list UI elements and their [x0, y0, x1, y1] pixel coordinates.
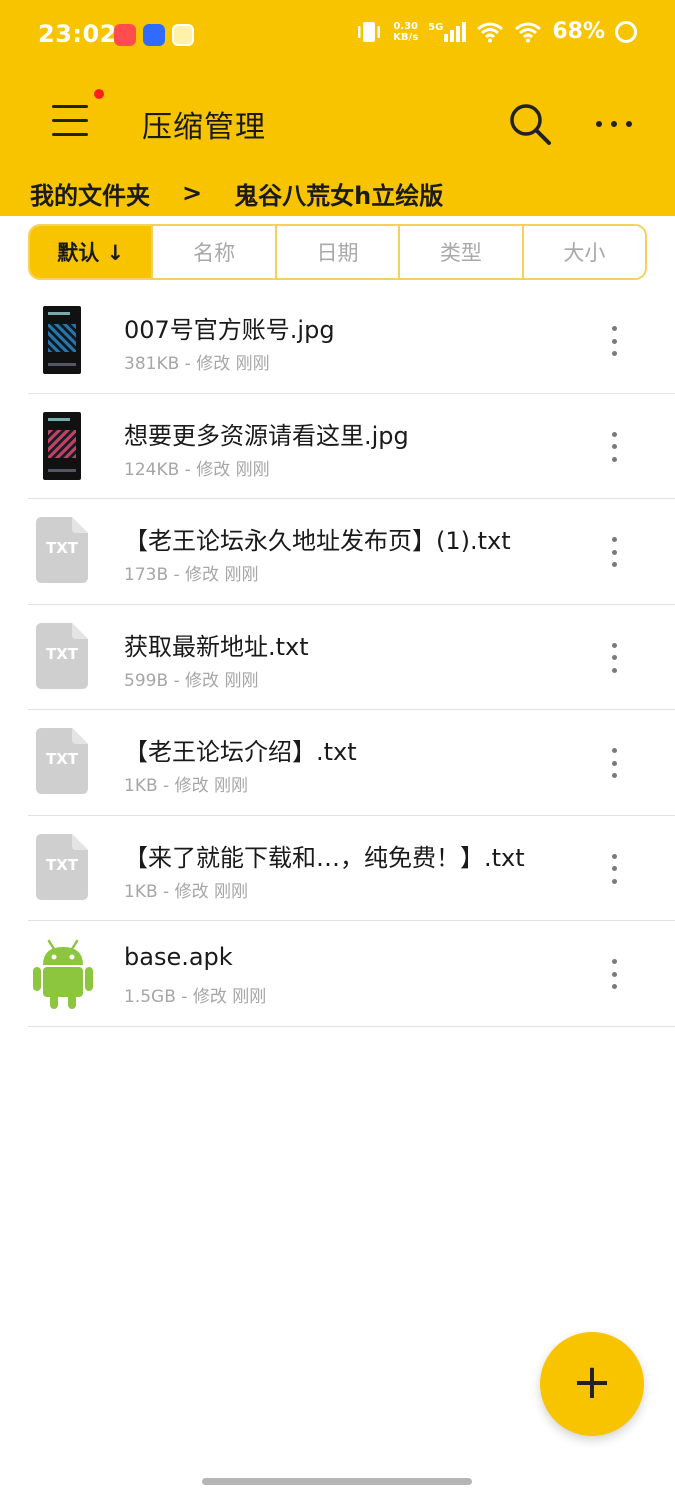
image-thumbnail [43, 306, 81, 374]
more-horizontal-icon[interactable] [596, 112, 644, 136]
file-row[interactable]: 想要更多资源请看这里.jpg 124KB - 修改 刚刚 [0, 394, 675, 500]
more-vertical-icon[interactable] [600, 431, 628, 462]
network-speed: 0.30 KB/s [393, 21, 418, 43]
app-bar: 压缩管理 [0, 72, 675, 172]
cell-signal-icon: 5G [428, 21, 467, 42]
android-apk-icon [33, 939, 93, 1009]
chevron-right-icon: > [182, 179, 203, 207]
sort-tab-type[interactable]: 类型 [400, 226, 524, 278]
file-meta: 124KB - 修改 刚刚 [124, 459, 270, 480]
file-row[interactable]: base.apk 1.5GB - 修改 刚刚 [0, 921, 675, 1027]
txt-icon-label: TXT [45, 855, 79, 874]
file-row[interactable]: TXT 【老王论坛永久地址发布页】(1).txt 173B - 修改 刚刚 [0, 499, 675, 605]
sort-tab-date[interactable]: 日期 [277, 226, 401, 278]
battery-percentage: 68% [552, 19, 605, 44]
file-name: 获取最新地址.txt [124, 632, 309, 661]
file-row[interactable]: TXT 获取最新地址.txt 599B - 修改 刚刚 [0, 605, 675, 711]
network-speed-unit: KB/s [393, 31, 419, 43]
txt-icon-label: TXT [45, 644, 79, 663]
breadcrumb-current[interactable]: 鬼谷八荒女h立绘版 [234, 176, 443, 211]
sort-tab-default[interactable]: 默认 ↓ [30, 226, 154, 278]
file-name: 【老王论坛永久地址发布页】(1).txt [124, 527, 511, 555]
sort-tab-name[interactable]: 名称 [153, 226, 277, 278]
vibrate-icon [358, 21, 381, 42]
sort-tab-size[interactable]: 大小 [524, 226, 645, 278]
file-meta: 1.5GB - 修改 刚刚 [124, 987, 267, 1007]
wifi-icon [477, 22, 504, 42]
file-row[interactable]: TXT 【老王论坛介绍】.txt 1KB - 修改 刚刚 [0, 710, 675, 816]
search-icon[interactable] [506, 100, 554, 148]
file-meta: 599B - 修改 刚刚 [124, 670, 259, 691]
more-vertical-icon[interactable] [600, 642, 628, 673]
txt-file-icon: TXT [36, 728, 88, 794]
more-vertical-icon[interactable] [600, 959, 628, 989]
file-list: 007号官方账号.jpg 381KB - 修改 刚刚 想要更多资源请看这里.jp… [0, 288, 675, 1027]
file-meta: 1KB - 修改 刚刚 [124, 776, 248, 796]
more-vertical-icon[interactable] [600, 853, 628, 884]
file-name: 【老王论坛介绍】.txt [124, 738, 357, 766]
image-thumbnail [43, 411, 81, 480]
page-title: 压缩管理 [142, 110, 266, 145]
status-time: 23:02 [38, 20, 117, 48]
breadcrumb-root[interactable]: 我的文件夹 [30, 176, 150, 211]
file-name: 想要更多资源请看这里.jpg [124, 421, 409, 450]
status-bar: 23:02 0.30 KB/s 5G 68% [0, 0, 675, 72]
wifi-icon [515, 22, 542, 42]
txt-file-icon: TXT [36, 517, 88, 583]
more-vertical-icon[interactable] [600, 326, 628, 356]
file-name: base.apk [124, 943, 233, 971]
more-vertical-icon[interactable] [600, 537, 628, 567]
file-row[interactable]: 007号官方账号.jpg 381KB - 修改 刚刚 [0, 288, 675, 394]
battery-icon [615, 20, 637, 43]
sort-tabs: 默认 ↓ 名称 日期 类型 大小 [28, 224, 647, 280]
network-speed-value: 0.30 [393, 20, 418, 32]
file-meta: 1KB - 修改 刚刚 [124, 881, 248, 902]
more-vertical-icon[interactable] [600, 748, 628, 778]
file-row[interactable]: TXT 【来了就能下载和…，纯免费！】.txt 1KB - 修改 刚刚 [0, 816, 675, 922]
file-meta: 381KB - 修改 刚刚 [124, 354, 270, 374]
breadcrumb: 我的文件夹 > 鬼谷八荒女h立绘版 [30, 176, 443, 210]
txt-icon-label: TXT [45, 750, 79, 768]
network-type: 5G [428, 21, 444, 33]
notification-badge [94, 89, 104, 99]
notification-vivo-icon [143, 24, 165, 46]
home-indicator[interactable] [202, 1478, 472, 1485]
notification-app-icon [114, 24, 136, 46]
txt-icon-label: TXT [45, 539, 79, 557]
add-button[interactable]: + [540, 1332, 644, 1436]
plus-icon: + [571, 1354, 613, 1410]
notification-app-icon [172, 24, 194, 46]
app-header: 23:02 0.30 KB/s 5G 68% 压缩管理 我的文件夹 > 鬼谷八荒… [0, 0, 675, 216]
file-name: 【来了就能下载和…，纯免费！】.txt [124, 843, 525, 872]
hamburger-menu-icon[interactable] [50, 102, 92, 138]
file-name: 007号官方账号.jpg [124, 316, 335, 344]
file-meta: 173B - 修改 刚刚 [124, 565, 259, 585]
txt-file-icon: TXT [36, 833, 88, 900]
signal-bars-icon [444, 21, 467, 42]
status-indicators: 0.30 KB/s 5G 68% [355, 19, 637, 44]
txt-file-icon: TXT [36, 622, 88, 689]
